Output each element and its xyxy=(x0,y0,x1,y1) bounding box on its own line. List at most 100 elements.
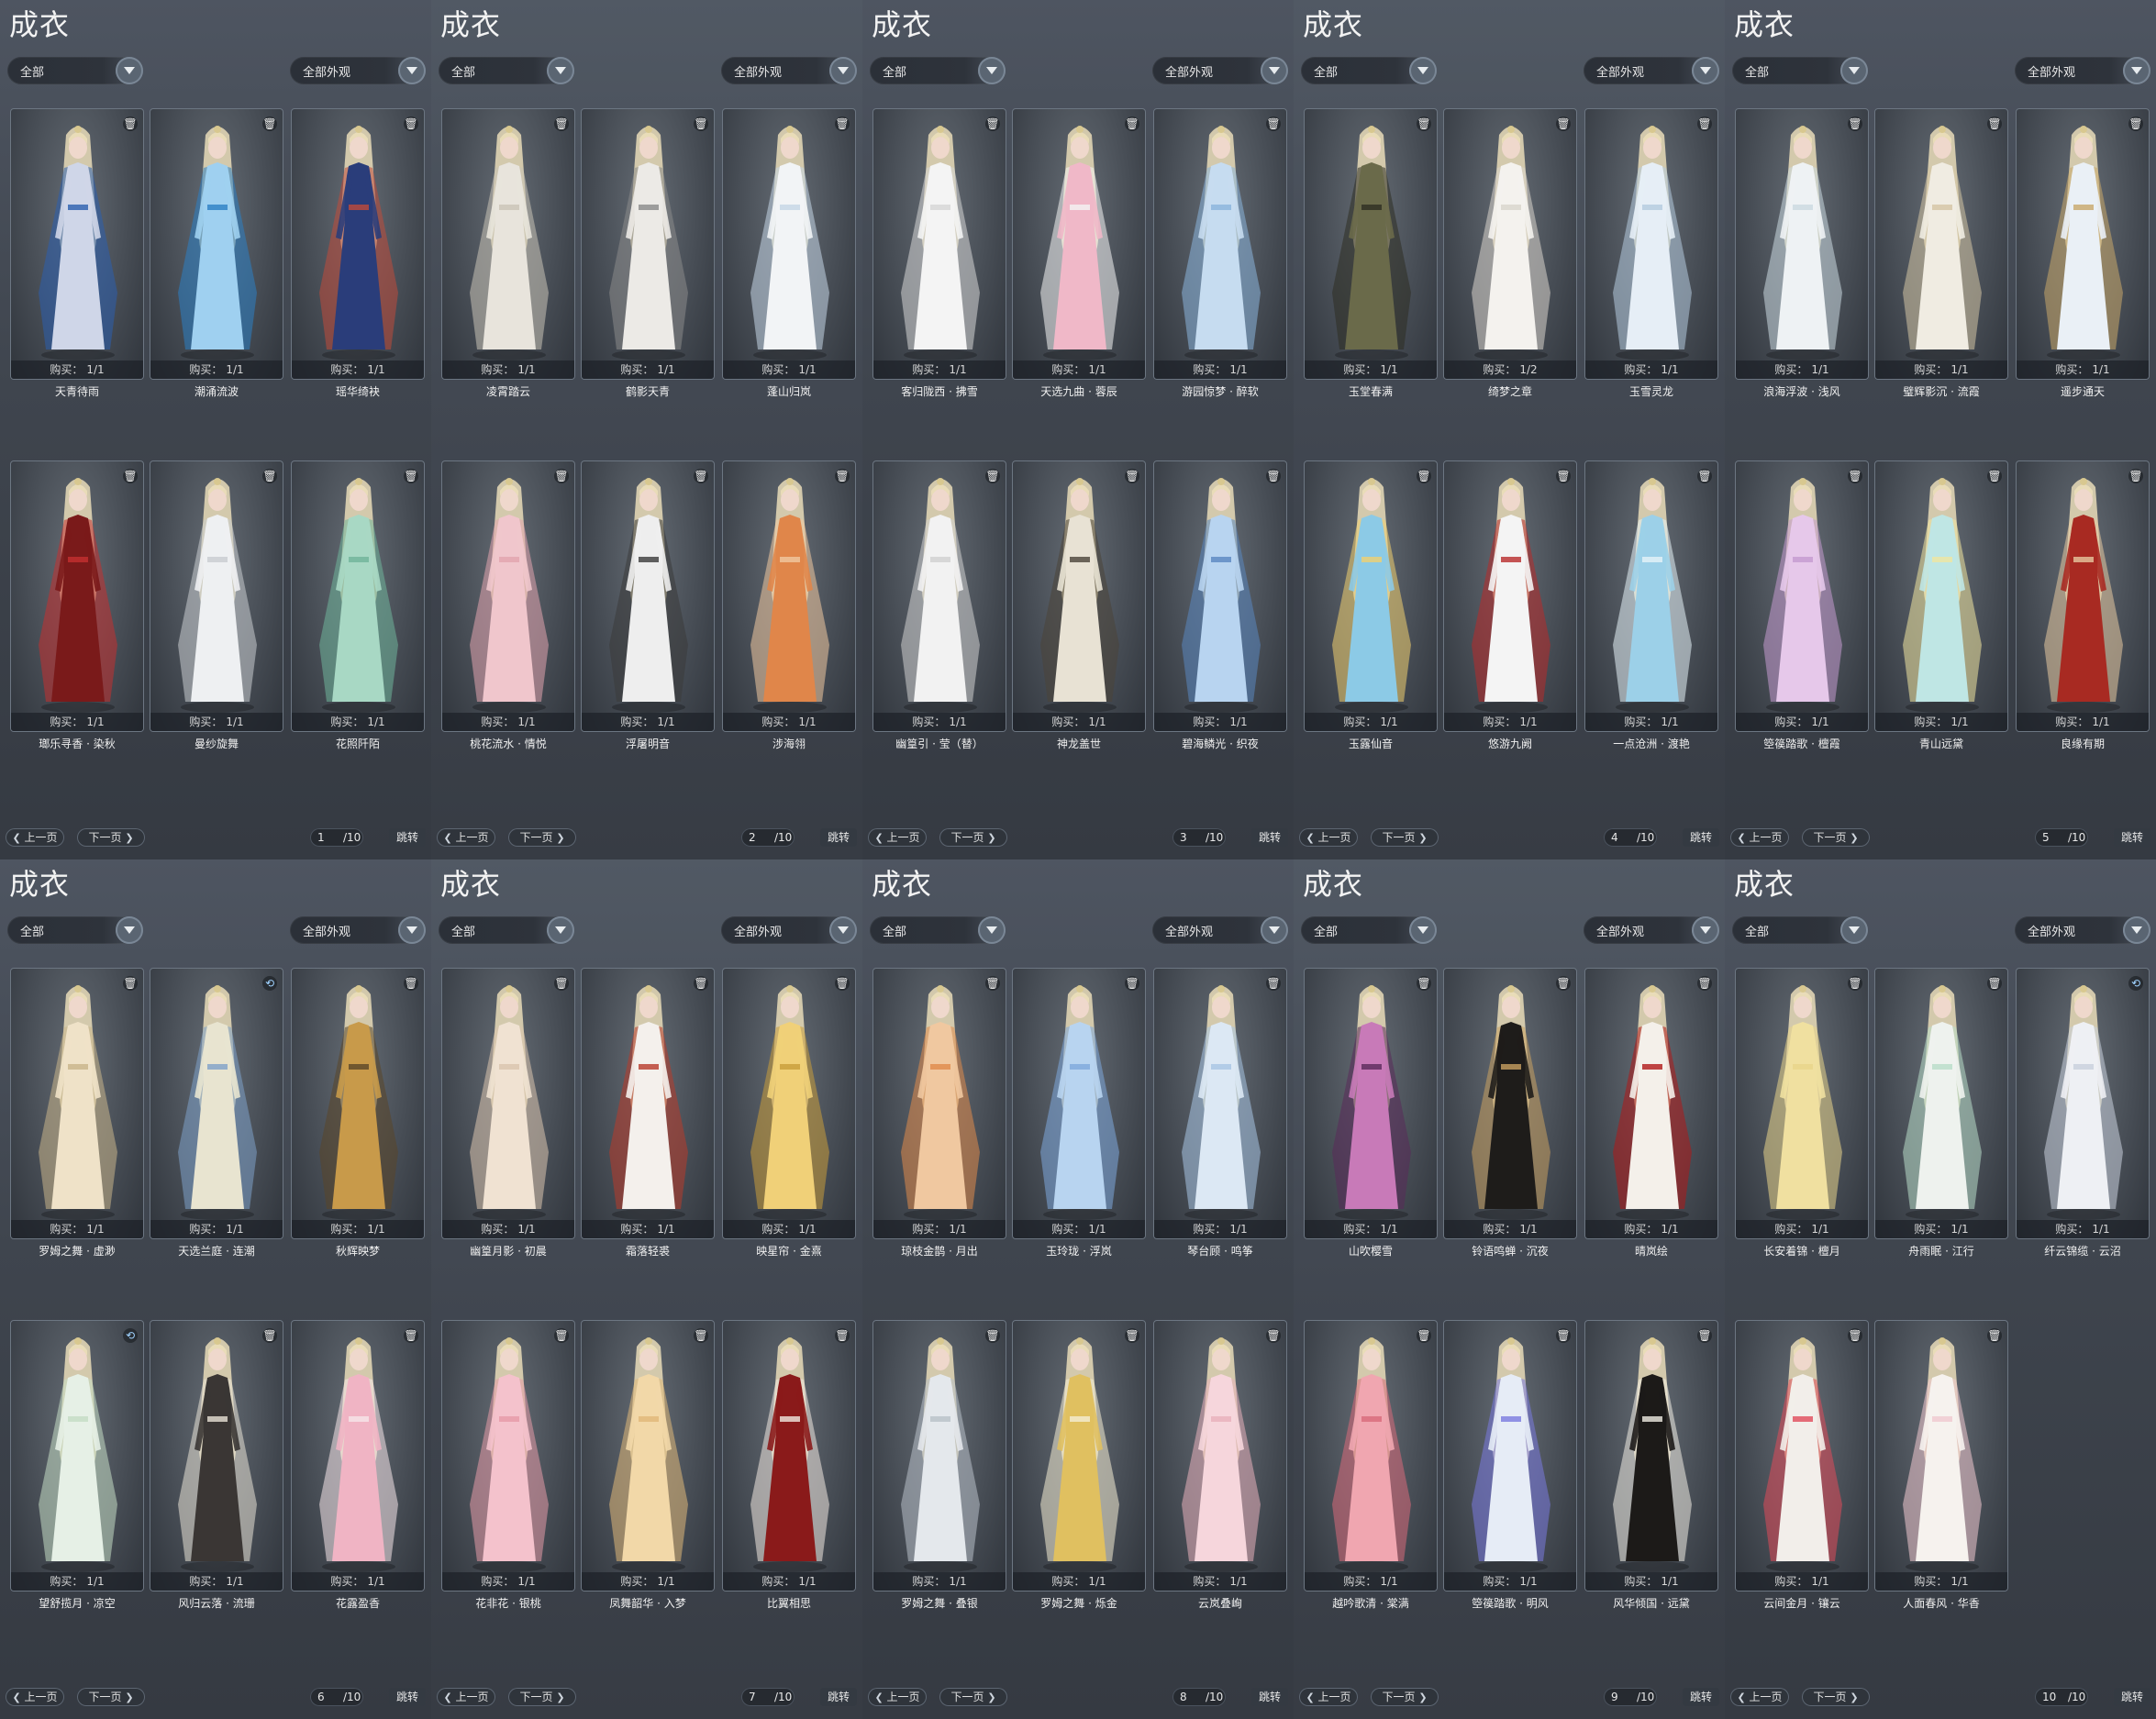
trash-icon[interactable]: 🗑 xyxy=(835,976,850,991)
jump-button[interactable]: 跳转 xyxy=(1683,828,1719,847)
page-number-input[interactable]: 10 /10 xyxy=(2035,1688,2088,1706)
trash-icon[interactable]: 🗑 xyxy=(835,1328,850,1343)
outfit-card[interactable]: 🗑 购买： 1/1 xyxy=(1443,968,1577,1239)
trash-icon[interactable]: 🗑 xyxy=(1697,116,1712,131)
outfit-card[interactable]: 🗑 购买： 1/1 xyxy=(1153,1320,1287,1591)
outfit-card[interactable]: 🗑 购买： 1/1 xyxy=(1735,460,1869,732)
prev-page-button[interactable]: ❮ 上一页 xyxy=(868,1688,927,1706)
outfit-card[interactable]: 🗑 购买： 1/1 xyxy=(1443,1320,1577,1591)
next-page-button[interactable]: 下一页 ❯ xyxy=(77,828,145,847)
chevron-down-icon[interactable] xyxy=(116,57,143,84)
trash-icon[interactable]: 🗑 xyxy=(1266,1328,1281,1343)
outfit-card[interactable]: 🗑 购买： 1/1 xyxy=(872,108,1006,380)
trash-icon[interactable]: 🗑 xyxy=(1125,469,1139,483)
chevron-down-icon[interactable] xyxy=(116,916,143,944)
outfit-card[interactable]: 🗑 购买： 1/1 xyxy=(1304,1320,1438,1591)
outfit-card[interactable]: 🗑 购买： 1/1 xyxy=(1735,1320,1869,1591)
outfit-card[interactable]: 🗑 购买： 1/1 xyxy=(1874,968,2008,1239)
trash-icon[interactable]: 🗑 xyxy=(1697,976,1712,991)
trash-icon[interactable]: 🗑 xyxy=(1987,1328,2002,1343)
outfit-card[interactable]: 🗑 购买： 1/1 xyxy=(1304,108,1438,380)
trash-icon[interactable]: 🗑 xyxy=(1848,116,1862,131)
category-filter-dropdown[interactable]: 全部 xyxy=(439,57,574,84)
category-filter-dropdown[interactable]: 全部 xyxy=(1732,57,1868,84)
category-filter-dropdown[interactable]: 全部 xyxy=(1732,916,1868,944)
outfit-card[interactable]: 🗑 购买： 1/1 xyxy=(1735,968,1869,1239)
jump-button[interactable]: 跳转 xyxy=(1251,828,1288,847)
page-number-input[interactable]: 8 /10 xyxy=(1172,1688,1226,1706)
trash-icon[interactable]: 🗑 xyxy=(694,1328,708,1343)
outfit-card[interactable]: 🗑 购买： 1/1 xyxy=(1012,968,1146,1239)
next-page-button[interactable]: 下一页 ❯ xyxy=(1371,828,1439,847)
category-filter-dropdown[interactable]: 全部 xyxy=(870,916,1006,944)
outfit-card[interactable]: 🗑 购买： 1/1 xyxy=(1304,968,1438,1239)
outfit-card[interactable]: 🗑 购买： 1/1 xyxy=(441,1320,575,1591)
trash-icon[interactable]: 🗑 xyxy=(262,1328,277,1343)
outfit-card[interactable]: 🗑 购买： 1/1 xyxy=(10,108,144,380)
outfit-card[interactable]: 🗑 购买： 1/1 xyxy=(581,460,715,732)
chevron-down-icon[interactable] xyxy=(398,57,426,84)
page-number-input[interactable]: 7 /10 xyxy=(741,1688,795,1706)
outfit-card[interactable]: 🗑 购买： 1/1 xyxy=(872,1320,1006,1591)
trash-icon[interactable]: 🗑 xyxy=(835,469,850,483)
category-filter-dropdown[interactable]: 全部 xyxy=(1301,57,1437,84)
outfit-card[interactable]: 🗑 购买： 1/1 xyxy=(441,108,575,380)
category-filter-dropdown[interactable]: 全部 xyxy=(439,916,574,944)
prev-page-button[interactable]: ❮ 上一页 xyxy=(6,1688,64,1706)
chevron-down-icon[interactable] xyxy=(978,916,1006,944)
outfit-card[interactable]: 🗑 购买： 1/1 xyxy=(581,1320,715,1591)
outfit-card[interactable]: 🗑 购买： 1/1 xyxy=(1874,460,2008,732)
trash-icon[interactable]: 🗑 xyxy=(1556,976,1571,991)
jump-button[interactable]: 跳转 xyxy=(1683,1688,1719,1706)
appearance-filter-dropdown[interactable]: 全部外观 xyxy=(721,57,857,84)
trash-icon[interactable]: 🗑 xyxy=(123,469,138,483)
outfit-card[interactable]: 🗑 购买： 1/1 xyxy=(291,460,425,732)
trash-icon[interactable]: 🗑 xyxy=(1987,469,2002,483)
trash-icon[interactable]: 🗑 xyxy=(694,116,708,131)
chevron-down-icon[interactable] xyxy=(829,57,857,84)
trash-icon[interactable]: 🗑 xyxy=(1417,116,1431,131)
outfit-card[interactable]: 🗑 购买： 1/1 xyxy=(150,460,283,732)
jump-button[interactable]: 跳转 xyxy=(2114,1688,2150,1706)
trash-icon[interactable]: 🗑 xyxy=(985,976,1000,991)
trash-icon[interactable]: 🗑 xyxy=(1697,1328,1712,1343)
prev-page-button[interactable]: ❮ 上一页 xyxy=(1299,828,1358,847)
trash-icon[interactable]: 🗑 xyxy=(835,116,850,131)
jump-button[interactable]: 跳转 xyxy=(389,828,426,847)
page-number-input[interactable]: 3 /10 xyxy=(1172,828,1226,847)
trash-icon[interactable]: 🗑 xyxy=(985,116,1000,131)
outfit-card[interactable]: 🗑 购买： 1/1 xyxy=(722,1320,856,1591)
outfit-card[interactable]: ⟲ 购买： 1/1 xyxy=(150,968,283,1239)
category-filter-dropdown[interactable]: 全部 xyxy=(7,57,143,84)
category-filter-dropdown[interactable]: 全部 xyxy=(7,916,143,944)
chevron-down-icon[interactable] xyxy=(1261,916,1288,944)
next-page-button[interactable]: 下一页 ❯ xyxy=(1371,1688,1439,1706)
prev-page-button[interactable]: ❮ 上一页 xyxy=(6,828,64,847)
chevron-down-icon[interactable] xyxy=(2123,57,2150,84)
outfit-card[interactable]: 🗑 购买： 1/1 xyxy=(722,108,856,380)
chevron-down-icon[interactable] xyxy=(2123,916,2150,944)
outfit-card[interactable]: 🗑 购买： 1/1 xyxy=(1012,1320,1146,1591)
outfit-card[interactable]: 🗑 购买： 1/1 xyxy=(1584,460,1718,732)
next-page-button[interactable]: 下一页 ❯ xyxy=(939,828,1007,847)
page-number-input[interactable]: 9 /10 xyxy=(1604,1688,1657,1706)
outfit-card[interactable]: 🗑 购买： 1/1 xyxy=(2016,108,2150,380)
outfit-card[interactable]: 🗑 购买： 1/1 xyxy=(581,968,715,1239)
prev-page-button[interactable]: ❮ 上一页 xyxy=(1730,828,1789,847)
trash-icon[interactable]: 🗑 xyxy=(404,1328,418,1343)
outfit-card[interactable]: 🗑 购买： 1/1 xyxy=(1874,108,2008,380)
prev-page-button[interactable]: ❮ 上一页 xyxy=(1730,1688,1789,1706)
trash-icon[interactable]: 🗑 xyxy=(554,976,569,991)
outfit-card[interactable]: 🗑 购买： 1/1 xyxy=(10,460,144,732)
page-number-input[interactable]: 5 /10 xyxy=(2035,828,2088,847)
appearance-filter-dropdown[interactable]: 全部外观 xyxy=(1152,57,1288,84)
prev-page-button[interactable]: ❮ 上一页 xyxy=(868,828,927,847)
trash-icon[interactable]: 🗑 xyxy=(1848,976,1862,991)
chevron-down-icon[interactable] xyxy=(398,916,426,944)
outfit-card[interactable]: 🗑 购买： 1/1 xyxy=(1304,460,1438,732)
chevron-down-icon[interactable] xyxy=(978,57,1006,84)
next-page-button[interactable]: 下一页 ❯ xyxy=(1802,828,1870,847)
chevron-down-icon[interactable] xyxy=(829,916,857,944)
jump-button[interactable]: 跳转 xyxy=(2114,828,2150,847)
trash-icon[interactable]: 🗑 xyxy=(1125,976,1139,991)
